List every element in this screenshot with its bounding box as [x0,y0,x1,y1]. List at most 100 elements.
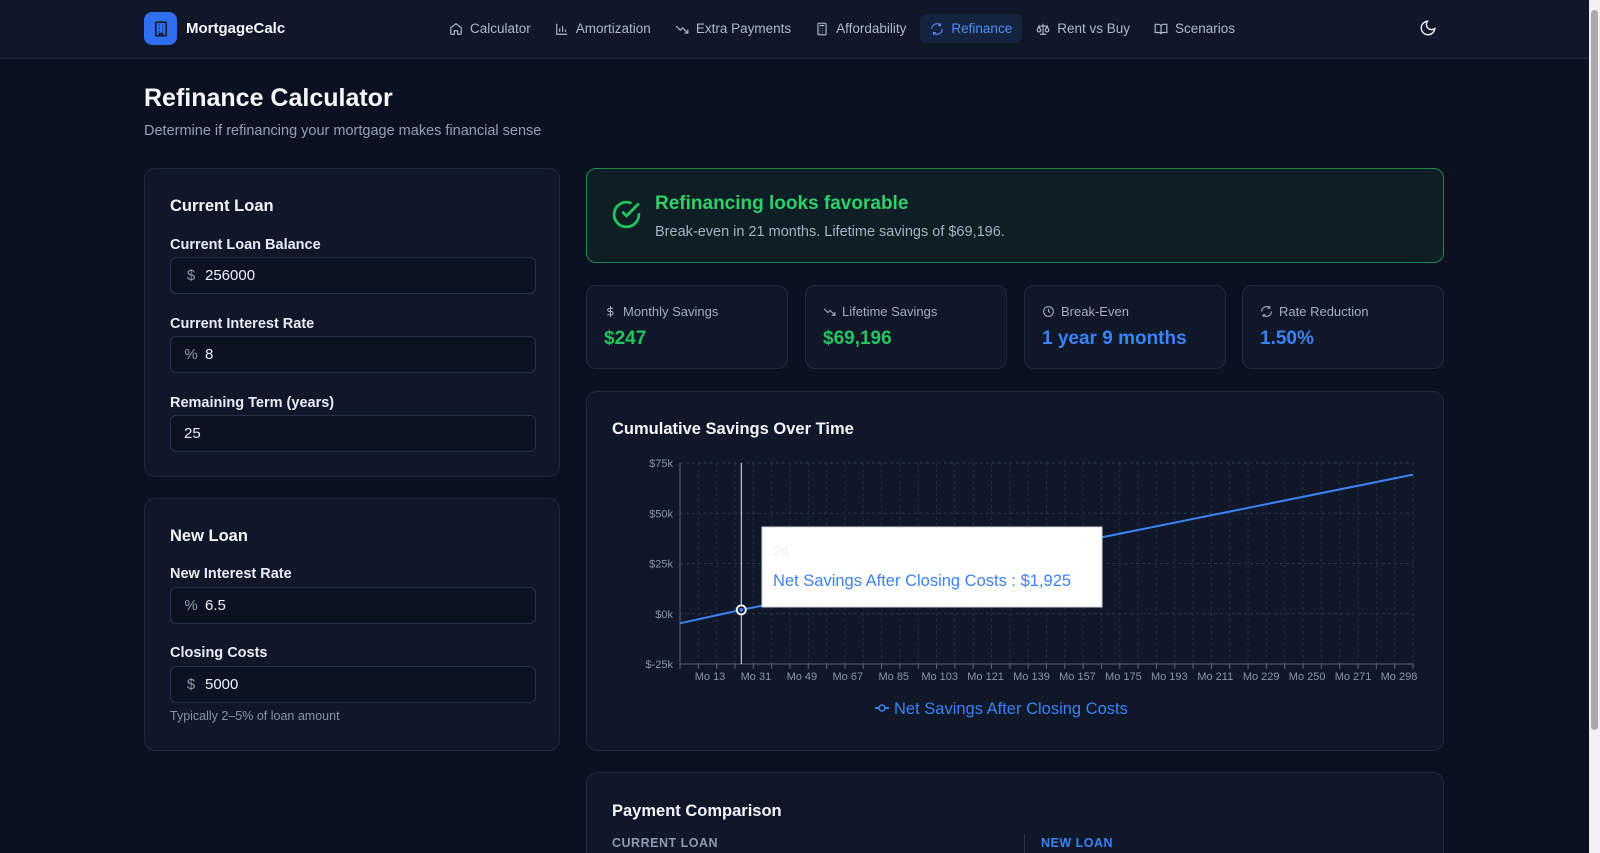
nav-item-label: Calculator [470,21,531,36]
tooltip-x-label: 26 [773,543,789,559]
x-tick-label: Mo 103 [921,671,958,683]
banner-title: Refinancing looks favorable [655,193,909,214]
dollar-icon: $ [186,676,196,693]
nav-item-label: Scenarios [1174,21,1236,36]
clock-icon [1043,306,1054,317]
field-label: Current Loan Balance [170,237,321,253]
column-divider [1024,834,1025,853]
page-title: Refinance Calculator [144,84,393,112]
trending-down-icon [675,25,689,34]
app-name: MortgageCalc [186,20,286,37]
trending-down-icon [823,308,836,316]
stat-value: 1.50% [1260,328,1314,349]
percent-icon: % [184,346,198,363]
x-tick-label: Mo 175 [1105,671,1142,683]
field-label: New Interest Rate [170,566,292,582]
x-tick-label: Mo 13 [695,671,726,683]
calculator-icon [817,22,827,35]
x-tick-label: Mo 139 [1013,671,1050,683]
dollar-icon [607,306,614,317]
nav-item-calculator[interactable]: Calculator [439,14,541,43]
page-scrollbar[interactable] [1589,0,1600,853]
nav-item-label: Rent vs Buy [1057,21,1130,36]
field-label: Closing Costs [170,645,268,661]
current-rate-input[interactable]: % 8 [170,336,536,373]
scale-icon [1036,23,1050,35]
stat-label-row: Monthly Savings [604,304,718,319]
input-value: 6.5 [205,597,226,614]
nav-item-affordability[interactable]: Affordability [805,14,916,43]
field-label: Remaining Term (years) [170,395,335,411]
x-tick-label: Mo 271 [1335,671,1372,683]
check-circle-icon [612,200,641,229]
banner-subtitle: Break-even in 21 months. Lifetime saving… [655,224,1005,240]
new-loan-column-header: NEW LOAN [1041,836,1114,850]
legend-marker-icon [878,704,886,712]
closing-costs-input[interactable]: $ 5000 [170,666,536,703]
dollar-icon: $ [186,267,196,284]
active-data-point-dot [739,607,744,612]
remaining-term-input[interactable]: 25 [170,415,536,452]
nav-item-refinance[interactable]: Refinance [920,14,1023,43]
x-tick-label: Mo 229 [1243,671,1280,683]
x-tick-label: Mo 121 [967,671,1004,683]
building-icon [144,12,177,45]
nav-item-rent-vs-buy[interactable]: Rent vs Buy [1026,14,1140,43]
stat-value: $69,196 [823,328,892,349]
main-nav: Calculator Amortization Extra Payments A… [439,14,1245,43]
moon-icon[interactable] [1419,19,1437,37]
x-tick-label: Mo 211 [1197,671,1233,683]
nav-item-extra-payments[interactable]: Extra Payments [665,14,801,43]
input-value: 256000 [205,267,256,284]
tooltip-box [761,526,1103,608]
input-value: 8 [205,346,214,363]
nav-item-amortization[interactable]: Amortization [545,14,661,43]
stat-label: Break-Even [1061,304,1129,319]
refresh-icon [931,22,944,35]
stat-break-even: Break-Even 1 year 9 months [1024,285,1226,369]
y-tick-label: $-25k [645,659,673,671]
card-title: New Loan [170,527,248,545]
nav-item-scenarios[interactable]: Scenarios [1144,14,1245,43]
stat-label: Lifetime Savings [842,304,938,319]
input-value: 5000 [205,676,239,693]
cumulative-savings-chart-card: Cumulative Savings Over Time $75k $50k $25… [586,391,1444,751]
book-icon [1154,23,1168,34]
stat-label: Rate Reduction [1279,304,1369,319]
home-icon [450,22,462,35]
nav-item-label: Amortization [575,21,651,36]
card-title: Current Loan [170,197,274,215]
x-tick-label: Mo 85 [878,671,909,683]
result-banner: Refinancing looks favorable Break-even i… [586,168,1444,263]
nav-item-label: Extra Payments [695,21,792,36]
x-tick-label: Mo 67 [833,671,864,683]
y-tick-label: $0k [655,609,673,621]
percent-icon: % [184,597,198,614]
x-tick-label: Mo 193 [1151,671,1188,683]
brand[interactable]: MortgageCalc [144,12,285,45]
current-loan-column-header: CURRENT LOAN [612,836,718,850]
x-tick-label: Mo 298 [1381,671,1418,683]
stat-rate-reduction: Rate Reduction 1.50% [1242,285,1444,369]
y-tick-label: $25k [649,559,673,571]
cumulative-savings-chart[interactable]: $75k $50k $25k $0k $-25k Mo 13 Mo 31 Mo 49 Mo 67… [587,392,1445,752]
refresh-icon [1261,306,1272,317]
stat-value: $247 [604,328,647,349]
stat-label: Monthly Savings [623,304,719,319]
x-tick-label: Mo 49 [787,671,818,683]
nav-item-label: Refinance [951,21,1013,36]
current-loan-card: Current Loan Current Loan Balance $ 2560… [144,168,560,477]
x-tick-label: Mo 157 [1059,671,1096,683]
nav-item-label: Affordability [836,21,907,36]
closing-costs-hint: Typically 2–5% of loan amount [170,709,340,723]
scrollbar-thumb[interactable] [1591,10,1598,730]
page-subtitle: Determine if refinancing your mortgage m… [144,123,542,139]
stat-label-row: Lifetime Savings [823,304,937,319]
current-balance-input[interactable]: $ 256000 [170,257,536,294]
stat-lifetime-savings: Lifetime Savings $69,196 [805,285,1007,369]
y-tick-label: $50k [649,508,673,520]
payment-comparison-card: Payment Comparison CURRENT LOAN NEW LOAN [586,772,1444,853]
stat-monthly-savings: Monthly Savings $247 [586,285,788,369]
y-tick-label: $75k [649,458,673,470]
new-rate-input[interactable]: % 6.5 [170,587,536,624]
